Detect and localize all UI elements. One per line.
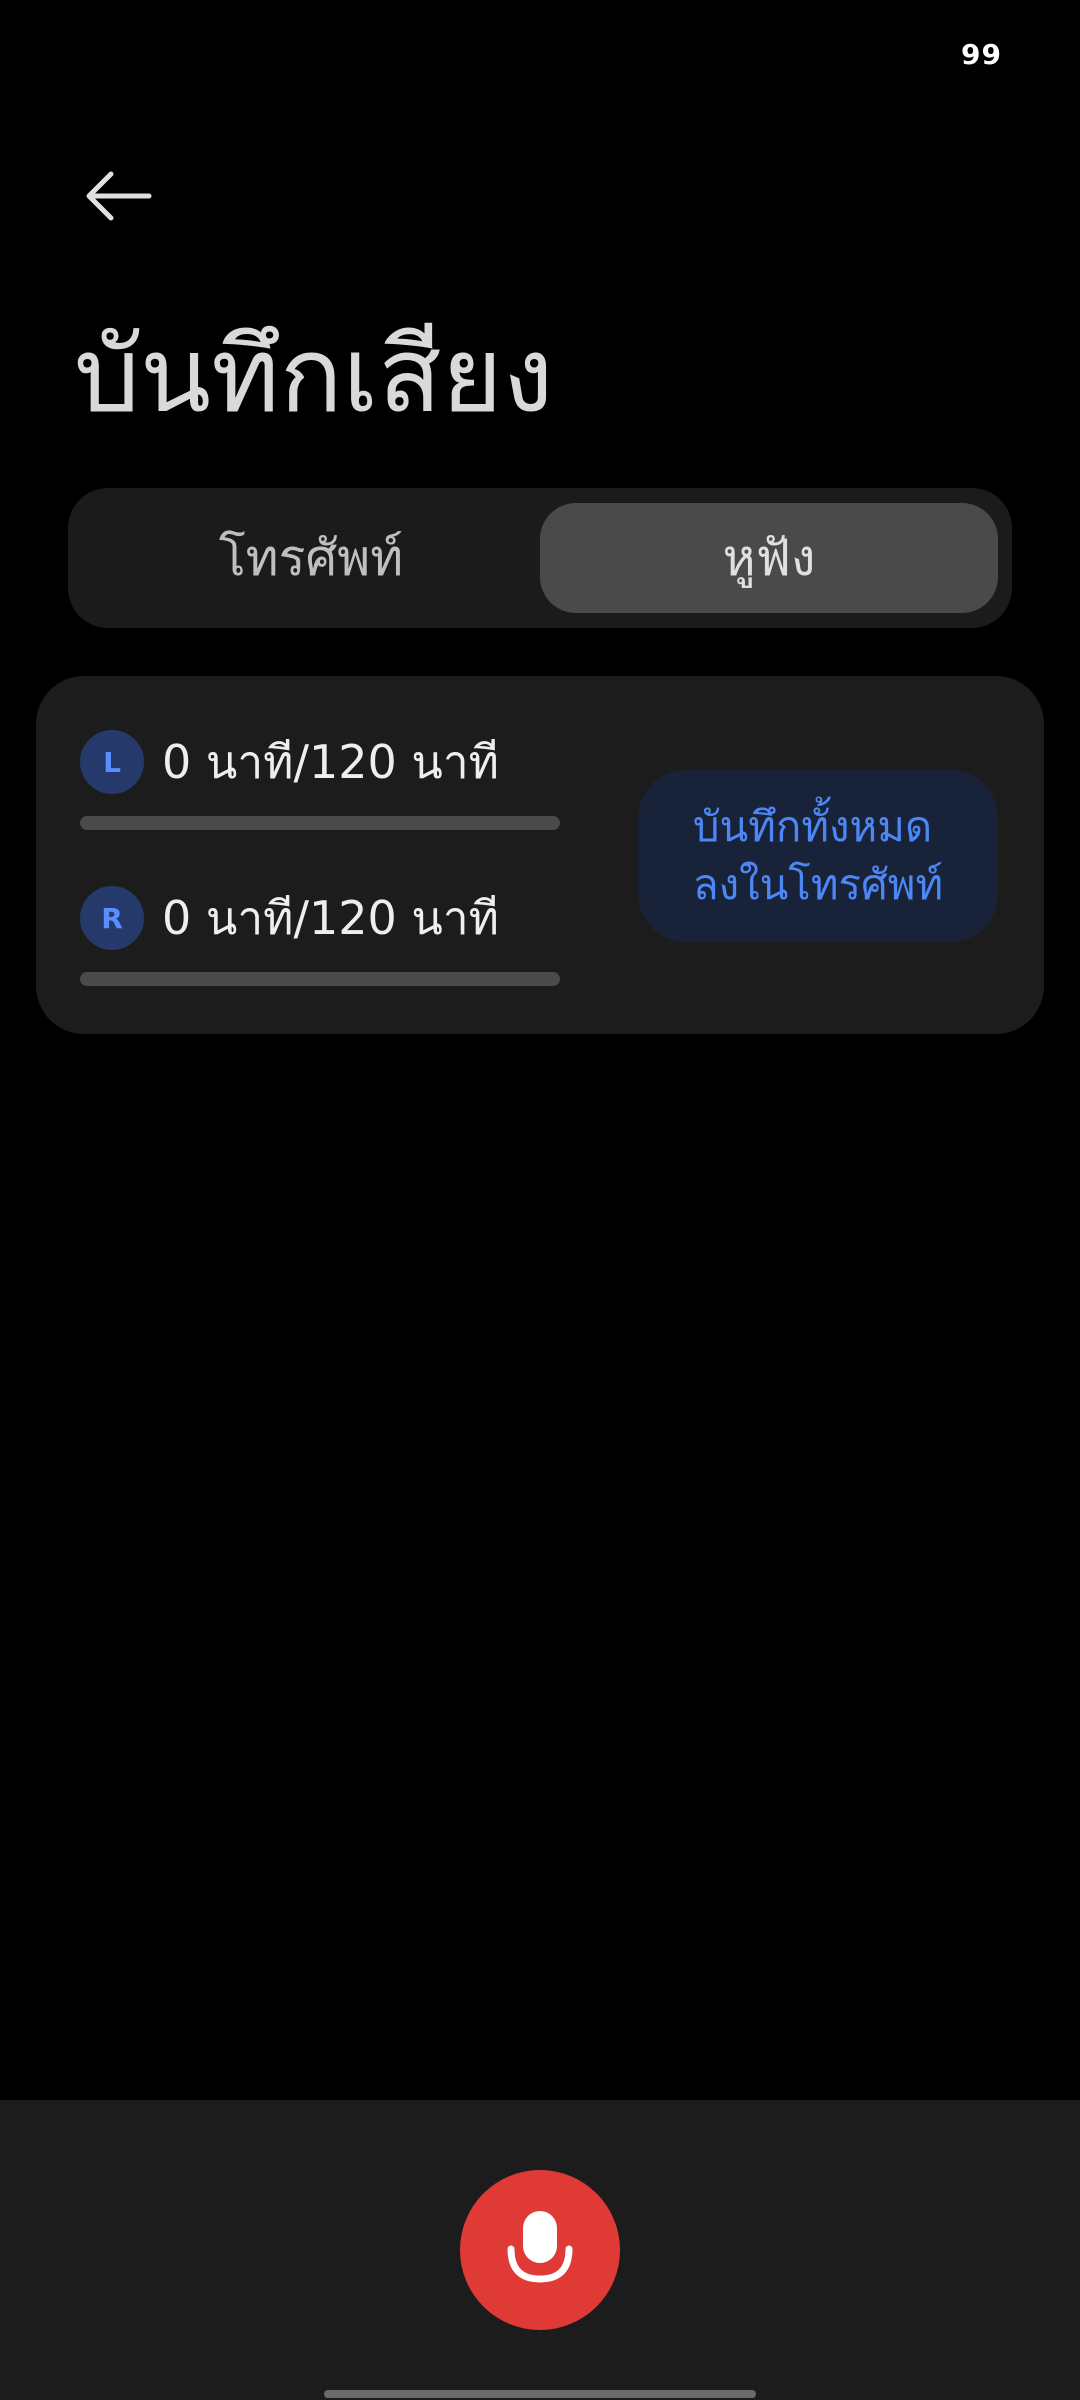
bottom-bar <box>0 2100 1080 2400</box>
page-title: บันทึกเสียง <box>74 314 554 436</box>
arrow-left-icon <box>86 171 152 221</box>
tab-phone[interactable]: โทรศัพท์ <box>82 503 540 613</box>
right-channel-progress <box>80 972 560 986</box>
home-indicator[interactable] <box>324 2390 756 2398</box>
battery-level: 99 <box>961 38 1002 71</box>
left-channel-badge: L <box>80 730 144 794</box>
recording-card: L 0 นาที/120 นาที R 0 นาที/120 นาที บันท… <box>36 676 1044 1034</box>
channel-right: R 0 นาที/120 นาที <box>80 884 600 986</box>
back-button[interactable] <box>70 160 166 232</box>
voice-recorder-screen: 99 บันทึกเสียง โทรศัพท์ หูฟัง L 0 นาที/1… <box>0 0 1080 2400</box>
record-button[interactable] <box>460 2170 620 2330</box>
save-all-label: บันทึกทั้งหมด ลงในโทรศัพท์ <box>692 802 944 909</box>
left-channel-progress <box>80 816 560 830</box>
channel-left: L 0 นาที/120 นาที <box>80 728 600 830</box>
source-tabs: โทรศัพท์ หูฟัง <box>68 488 1012 628</box>
right-channel-badge: R <box>80 886 144 950</box>
left-channel-time: 0 นาที/120 นาที <box>162 734 500 789</box>
microphone-icon <box>507 2211 573 2283</box>
right-channel-time: 0 นาที/120 นาที <box>162 890 500 945</box>
save-all-to-phone-button[interactable]: บันทึกทั้งหมด ลงในโทรศัพท์ <box>638 770 998 942</box>
tab-earbuds[interactable]: หูฟัง <box>540 503 998 613</box>
